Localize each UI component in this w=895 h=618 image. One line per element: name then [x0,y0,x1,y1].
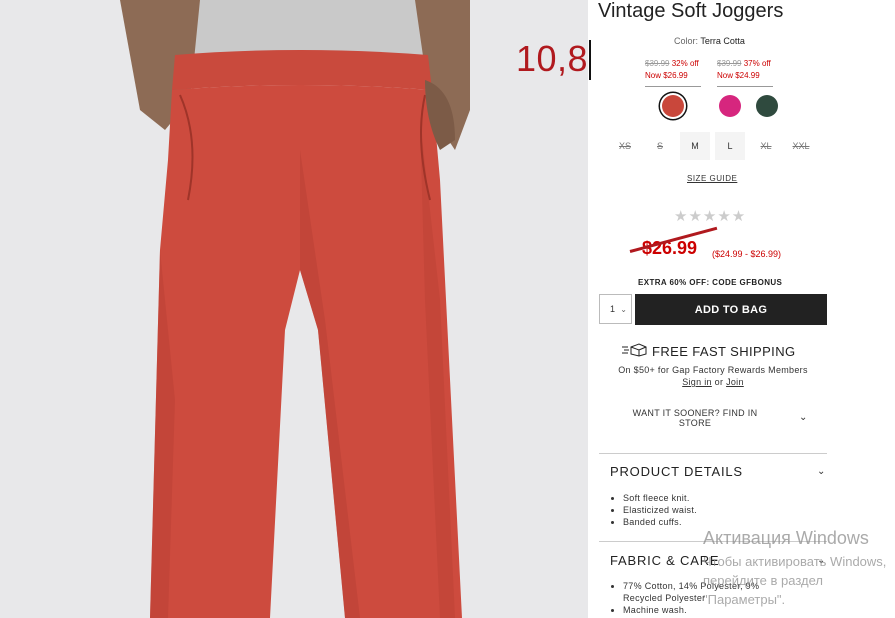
find-in-store-toggle[interactable]: WANT IT SOONER? FIND IN STORE [620,408,770,428]
windows-activation-watermark: Активация Windows [703,528,869,548]
price-option-2: $39.99 37% off Now $24.99 [717,58,773,87]
sign-in-link[interactable]: Sign in [682,377,712,387]
chevron-down-icon[interactable]: ⌄ [817,466,825,477]
swatch-green[interactable] [756,95,778,117]
list-item: Elasticized waist. [623,504,697,516]
section-divider [599,453,827,454]
price-range: ($24.99 - $26.99) [712,249,782,259]
size-guide-link[interactable]: SIZE GUIDE [687,174,737,183]
add-to-bag-button[interactable]: ADD TO BAG [635,294,827,325]
shipping-title: FREE FAST SHIPPING [652,344,796,359]
color-info: Color: Terra Cotta [674,36,745,46]
swatch-terra-cotta[interactable] [662,95,684,117]
windows-activation-hint: Чтобы активировать Windows, перейдите в … [703,554,887,607]
list-item: Banded cuffs. [623,516,697,528]
price-option-now: Now $26.99 [645,71,688,80]
price-option-now: Now $24.99 [717,71,760,80]
size-s[interactable]: S [645,132,675,160]
product-title: Vintage Soft Joggers [598,0,784,22]
quantity-select[interactable]: 1 ⌄ [599,294,632,324]
chevron-down-icon[interactable]: ⌄ [799,412,807,423]
product-details-list: Soft fleece knit. Elasticized waist. Ban… [611,492,697,528]
size-l[interactable]: L [715,132,745,160]
size-xxl[interactable]: XXL [786,132,816,160]
price-option-discount: 37% off [743,59,771,68]
list-item: Soft fleece knit. [623,492,697,504]
shipping-details: On $50+ for Gap Factory Rewards Members … [599,364,827,388]
star-rating[interactable]: ★★★★★ [674,207,746,225]
chevron-down-icon: ⌄ [620,304,627,314]
text-cursor [589,40,591,80]
shipping-heading: FREE FAST SHIPPING [622,343,796,360]
join-link[interactable]: Join [726,377,744,387]
price-option-rule [717,86,773,87]
product-details-toggle[interactable]: PRODUCT DETAILS [610,464,743,479]
shipping-or: or [714,377,724,387]
quantity-value: 1 [610,304,616,314]
color-label: Color: [674,36,699,46]
size-xs[interactable]: XS [610,132,640,160]
shipping-line: On $50+ for Gap Factory Rewards Members [618,365,808,375]
price-option-old: $39.99 [645,59,670,68]
price-option-old: $39.99 [717,59,742,68]
price-option-rule [645,86,701,87]
color-value: Terra Cotta [700,36,745,46]
promo-code: EXTRA 60% OFF: CODE GFBONUS [638,278,783,287]
price-option-discount: 32% off [671,59,699,68]
size-m[interactable]: M [680,132,710,160]
size-xl[interactable]: XL [751,132,781,160]
price-option-1: $39.99 32% off Now $26.99 [645,58,701,87]
overlay-number: 10,8 [516,38,589,79]
swatch-pink[interactable] [719,95,741,117]
truck-icon [622,343,648,360]
product-image [0,0,588,618]
